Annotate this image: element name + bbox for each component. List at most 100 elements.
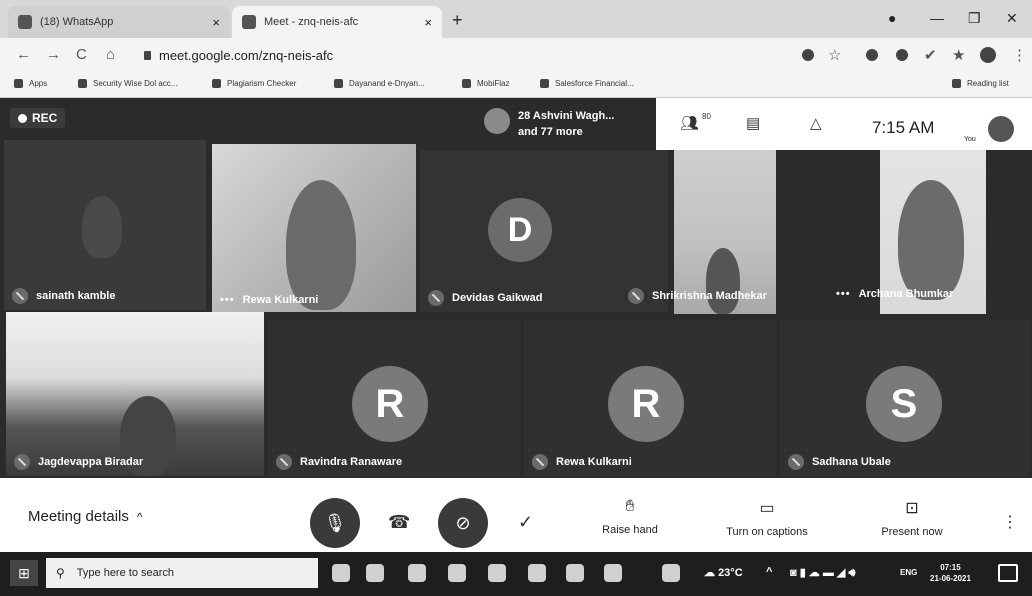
participant-name: Shrikrishna Madhekar	[628, 288, 767, 304]
mic-toggle-button[interactable]: 🎙︎	[310, 498, 360, 548]
avatar: D	[488, 198, 552, 262]
profile-avatar[interactable]	[980, 47, 996, 63]
close-window-button[interactable]: ✕	[1006, 10, 1018, 27]
extension-icon[interactable]	[896, 49, 908, 61]
chevron-up-icon: ^	[136, 510, 143, 524]
tab-whatsapp[interactable]: (18) WhatsApp ×	[8, 6, 230, 38]
participant-name: Ravindra Ranaware	[276, 454, 402, 470]
extension-icon[interactable]	[866, 49, 878, 61]
mic-off-icon	[276, 454, 292, 470]
self-avatar[interactable]	[988, 116, 1014, 142]
participant-video	[286, 180, 356, 310]
check-icon[interactable]: ✓	[518, 512, 533, 533]
close-tab-icon[interactable]: ×	[424, 15, 432, 30]
system-tray-icons[interactable]: ◙ ▮ ☁︎ ▬ ◢ 🔊︎	[790, 566, 855, 580]
tray-chevron-icon[interactable]: ^	[766, 566, 772, 578]
chat-icon[interactable]: ▤	[746, 114, 760, 132]
participant-tile[interactable]: S Sadhana Ubale	[780, 320, 1030, 476]
avatar	[484, 108, 510, 134]
hand-icon: ✋︎	[625, 498, 635, 515]
participants-count: 80	[702, 112, 711, 121]
present-now-button[interactable]: ⊡ Present now	[872, 498, 952, 538]
camera-icon[interactable]	[802, 49, 814, 61]
participant-name: ••• Rewa Kulkarni	[220, 294, 319, 306]
people-icon[interactable]: 👥︎	[680, 114, 699, 132]
participant-tile[interactable]: Jagdevappa Biradar	[6, 312, 264, 476]
new-tab-button[interactable]: +	[452, 10, 463, 31]
browser-tabbar: (18) WhatsApp × Meet - znq-neis-afc × + …	[0, 0, 1032, 38]
participant-video	[898, 180, 964, 300]
bookmark-star-icon[interactable]: ☆	[828, 46, 841, 64]
app-icon[interactable]	[448, 564, 466, 582]
raise-hand-button[interactable]: ✋︎ Raise hand	[598, 498, 662, 536]
mic-off-icon	[428, 290, 444, 306]
screen: (18) WhatsApp × Meet - znq-neis-afc × + …	[0, 0, 1032, 596]
maximize-button[interactable]: ❐	[968, 10, 981, 27]
taskbar-clock[interactable]: 07:15 21-06-2021	[930, 562, 971, 584]
participant-tile[interactable]: R Rewa Kulkarni	[524, 320, 776, 476]
meeting-controls: Meeting details ^ 🎙︎ ☎︎ ⊘ ✓ ✋︎ Raise hand …	[0, 478, 1032, 552]
leave-call-button[interactable]: ☎︎	[388, 512, 410, 533]
bookmark-item[interactable]: Salesforce Financial...	[540, 79, 634, 88]
bookmark-item[interactable]: Security Wise Dol acc...	[78, 79, 177, 88]
reading-list[interactable]: Reading list	[952, 79, 1009, 88]
meeting-grid: sainath kamble ••• Rewa Kulkarni D Devida…	[0, 98, 1032, 478]
cloud-icon: ☁︎	[704, 567, 719, 579]
bookmark-label: Security Wise Dol acc...	[93, 79, 178, 88]
home-button[interactable]: ⌂	[106, 46, 115, 63]
meeting-details-button[interactable]: Meeting details ^	[28, 508, 143, 525]
puzzle-icon[interactable]: ★	[952, 46, 965, 64]
camera-off-icon: ⊘	[455, 512, 471, 533]
language-indicator[interactable]: ENG	[900, 568, 917, 577]
cortana-icon[interactable]	[332, 564, 350, 582]
mic-off-icon	[628, 288, 644, 304]
back-button[interactable]: ←	[16, 46, 31, 63]
minimize-button[interactable]: —	[930, 10, 944, 26]
forward-button[interactable]: →	[46, 46, 61, 63]
check-icon[interactable]: ✔	[924, 46, 937, 64]
bookmark-apps[interactable]: Apps	[14, 79, 47, 88]
participant-name: sainath kamble	[12, 288, 115, 304]
participant-tile[interactable]: ••• Rewa Kulkarni	[212, 144, 416, 312]
activities-icon[interactable]: △	[810, 114, 822, 132]
weather-widget[interactable]: ☁︎ 23°C	[704, 566, 743, 579]
others-count: and 77 more	[518, 126, 583, 138]
bookmark-item[interactable]: MobiFlaz	[462, 79, 509, 88]
task-view-icon[interactable]	[366, 564, 384, 582]
app-icon[interactable]	[488, 564, 506, 582]
meet-icon	[242, 15, 256, 29]
app-icon[interactable]	[604, 564, 622, 582]
close-tab-icon[interactable]: ×	[212, 15, 220, 30]
participant-tile[interactable]: R Ravindra Ranaware	[268, 320, 520, 476]
bookmark-label: Dayanand e-Dnyan...	[349, 79, 425, 88]
bookmark-item[interactable]: Plagiarism Checker	[212, 79, 296, 88]
audio-level-icon: •••	[220, 294, 235, 306]
bookmark-label: Salesforce Financial...	[555, 79, 634, 88]
whatsapp-icon	[18, 15, 32, 29]
url-field[interactable]: meet.google.com/znq-neis-afc	[144, 48, 333, 63]
file-explorer-icon[interactable]	[528, 564, 546, 582]
participant-name: Jagdevappa Biradar	[14, 454, 143, 470]
app-icon[interactable]	[566, 564, 584, 582]
bookmark-label: Apps	[29, 79, 48, 88]
notification-icon[interactable]	[998, 564, 1018, 582]
captions-button[interactable]: ▭ Turn on captions	[714, 498, 820, 538]
participant-tile[interactable]: sainath kamble	[4, 140, 206, 310]
mic-off-icon	[532, 454, 548, 470]
app-icon[interactable]	[662, 564, 680, 582]
menu-kebab-icon[interactable]: ⋮	[1012, 46, 1027, 64]
bookmark-label: Reading list	[967, 79, 1009, 88]
presenter-name: 28 Ashvini Wagh...	[518, 110, 615, 122]
bookmark-item[interactable]: Dayanand e-Dnyan...	[334, 79, 425, 88]
taskbar-search[interactable]: ⚲ Type here to search	[46, 558, 318, 588]
reload-button[interactable]: C	[76, 46, 87, 63]
site-icon	[462, 79, 471, 88]
camera-toggle-button[interactable]: ⊘	[438, 498, 488, 548]
start-button[interactable]: ⊞	[10, 560, 38, 586]
chrome-icon[interactable]	[408, 564, 426, 582]
record-indicator-icon: ●	[888, 10, 897, 26]
recording-badge: REC	[10, 108, 66, 128]
tab-meet[interactable]: Meet - znq-neis-afc ×	[232, 6, 442, 38]
site-icon	[78, 79, 87, 88]
more-options-icon[interactable]: ⋮	[1002, 512, 1018, 532]
